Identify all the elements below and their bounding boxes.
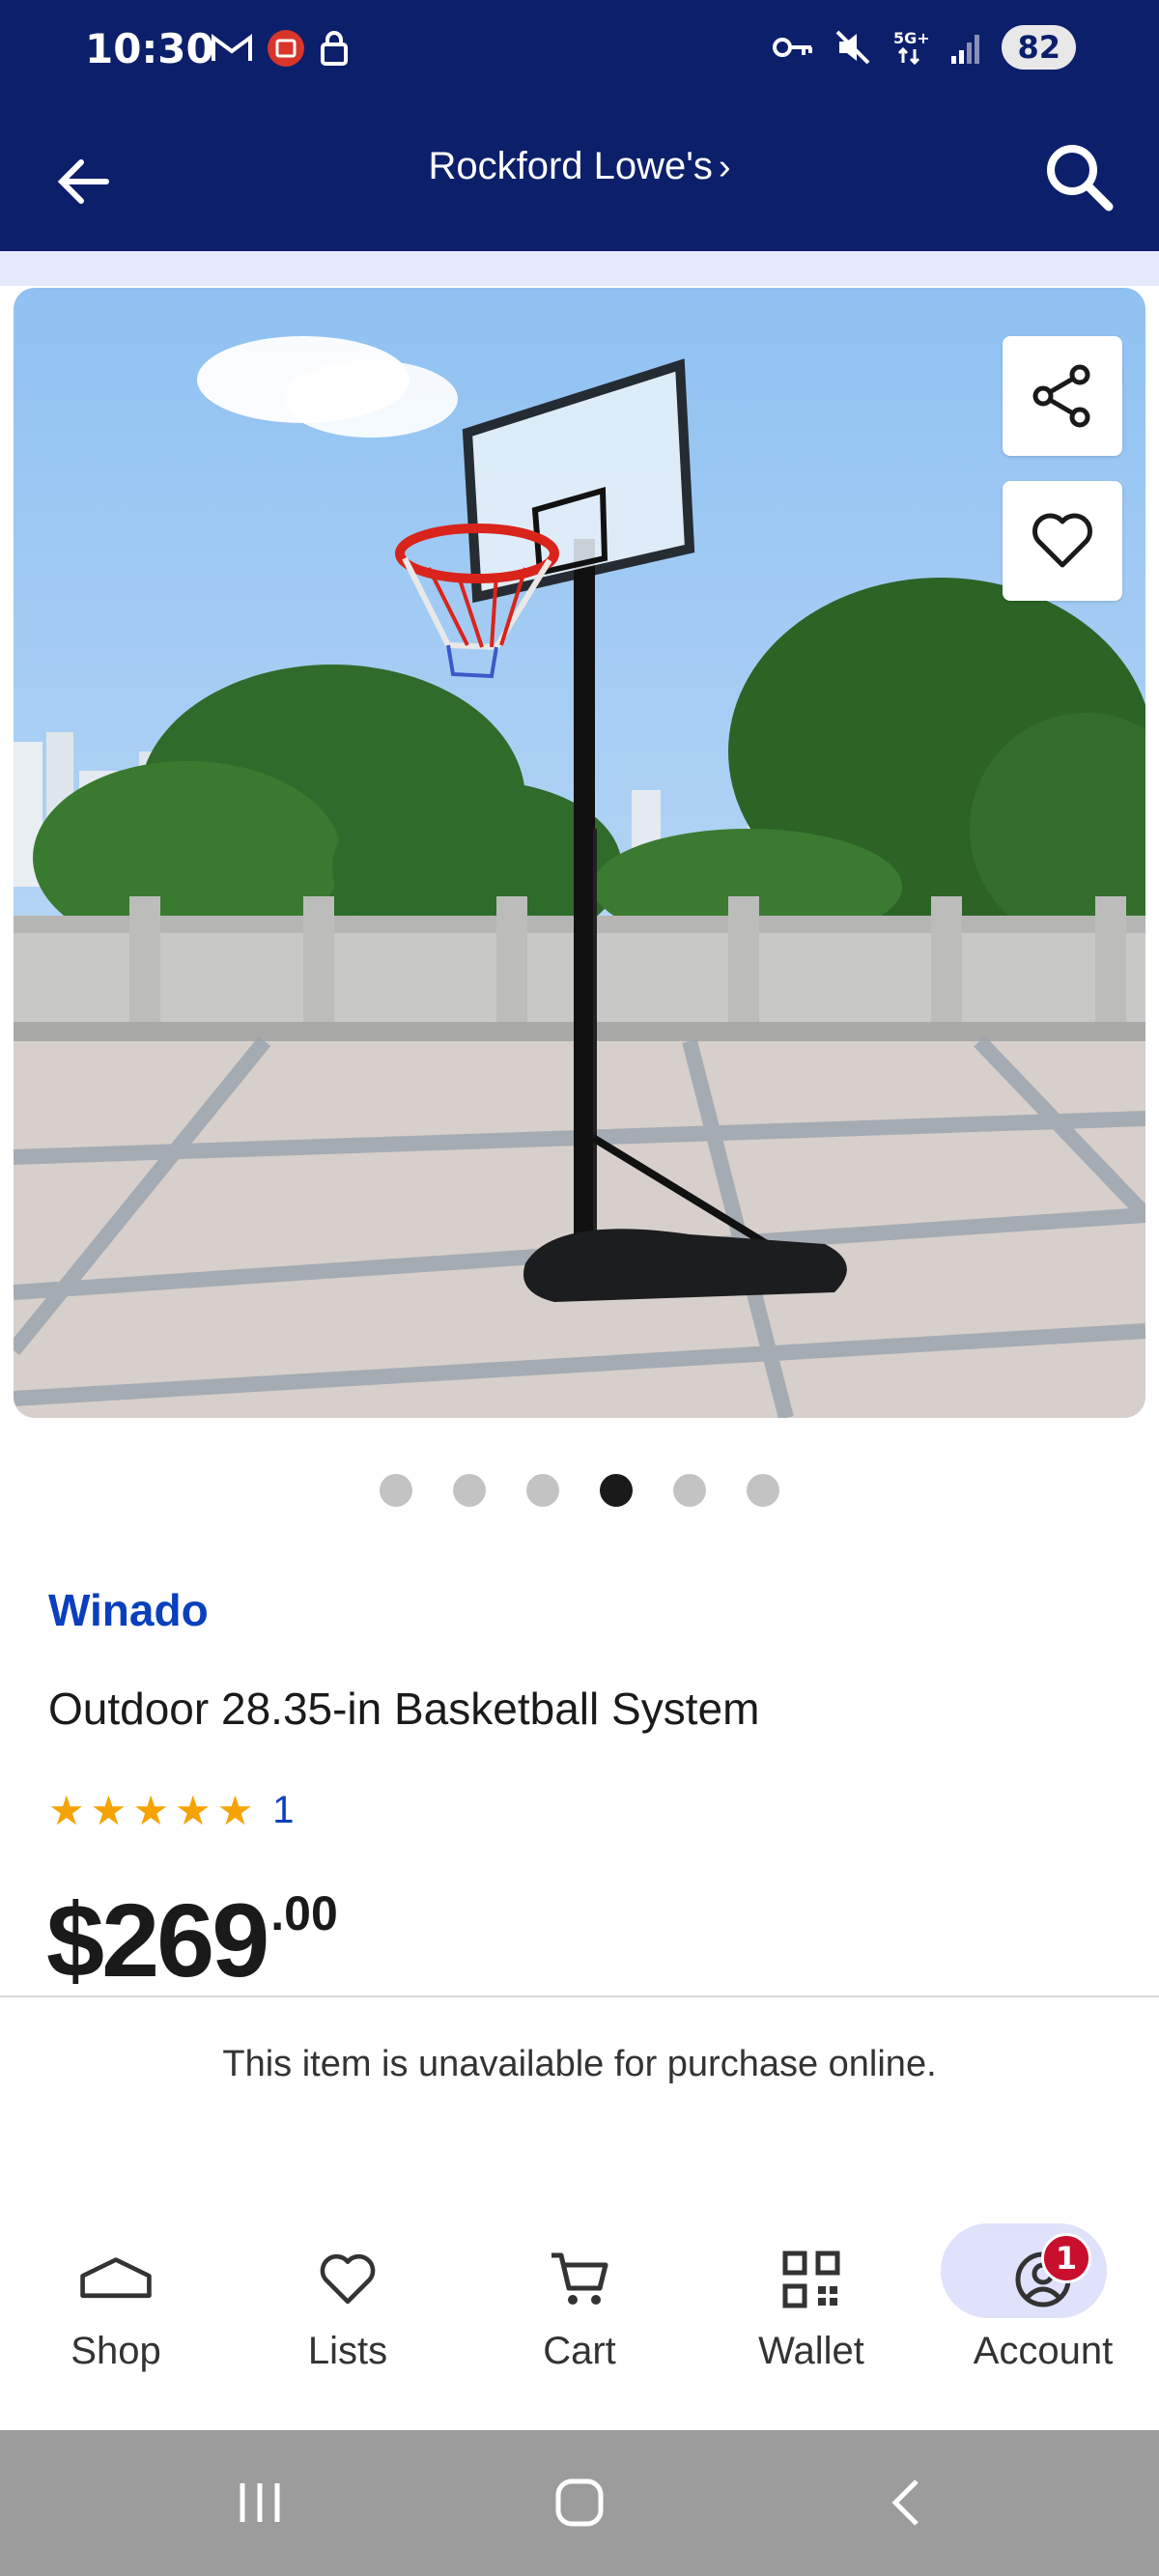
product-price: $269.00: [46, 1880, 338, 2000]
svg-text:5G+: 5G+: [893, 29, 930, 47]
battery-indicator: 82: [1002, 25, 1076, 70]
header-divider-band: [0, 251, 1159, 286]
product-brand-link[interactable]: Winado: [48, 1584, 209, 1636]
star-icon: ★: [90, 1786, 127, 1834]
recent-apps-button[interactable]: [226, 2469, 294, 2536]
status-system-icons: 5G+ 82: [772, 25, 1076, 70]
5g-signal-icon: 5G+: [893, 29, 930, 66]
lock-icon: [321, 31, 348, 66]
app-header-bar: 10:30 5G+ 82 Rockford Lowe's ›: [0, 0, 1159, 251]
price-cents: .00: [270, 1886, 338, 1940]
status-time: 10:30: [85, 25, 214, 72]
bottom-navigation: Shop Lists Cart Wallet 1 Account: [0, 2212, 1159, 2430]
image-carousel-dots: [0, 1474, 1159, 1507]
carousel-dot[interactable]: [453, 1474, 486, 1507]
chevron-left-icon: [891, 2479, 919, 2526]
vpn-key-icon: [773, 38, 813, 57]
nav-lists[interactable]: Lists: [232, 2212, 464, 2430]
nav-account[interactable]: 1 Account: [927, 2212, 1159, 2430]
star-icon: ★: [174, 1786, 212, 1834]
carousel-dot[interactable]: [673, 1474, 706, 1507]
nav-cart[interactable]: Cart: [464, 2212, 695, 2430]
status-bar: 10:30 5G+ 82: [0, 0, 1159, 100]
cell-signal-icon: [951, 35, 980, 64]
notification-badge: 1: [1041, 2233, 1091, 2283]
status-notification-icons: [211, 29, 350, 68]
star-icon: ★: [132, 1786, 169, 1834]
carousel-dot[interactable]: [526, 1474, 559, 1507]
rating-count[interactable]: 1: [272, 1789, 294, 1832]
product-title: Outdoor 28.35-in Basketball System: [48, 1684, 760, 1734]
nav-wallet-label: Wallet: [758, 2330, 864, 2372]
nav-wallet[interactable]: Wallet: [695, 2212, 927, 2430]
availability-message: This item is unavailable for purchase on…: [222, 2044, 937, 2084]
share-button[interactable]: [1003, 336, 1122, 456]
mute-icon: [836, 30, 870, 65]
store-name: Rockford Lowe's: [428, 145, 713, 187]
qr-code-icon: [782, 2250, 840, 2308]
shop-icon: [80, 2257, 152, 2299]
nav-shop[interactable]: Shop: [0, 2212, 232, 2430]
recent-apps-icon: [240, 2483, 280, 2522]
carousel-dot[interactable]: [747, 1474, 779, 1507]
store-selector[interactable]: Rockford Lowe's ›: [0, 145, 1159, 188]
star-icon: ★: [216, 1786, 254, 1834]
heart-icon: [1032, 513, 1092, 568]
store-header: Rockford Lowe's ›: [0, 100, 1159, 251]
price-dollars: $269: [46, 1882, 269, 1998]
chevron-right-icon: ›: [718, 147, 731, 187]
home-icon: [555, 2478, 604, 2527]
system-back-button[interactable]: [873, 2469, 941, 2536]
product-image[interactable]: [14, 288, 1145, 1418]
nav-lists-label: Lists: [307, 2330, 388, 2372]
search-button[interactable]: [1037, 135, 1124, 222]
nav-shop-label: Shop: [71, 2330, 161, 2372]
nav-account-label: Account: [973, 2330, 1114, 2372]
star-icon: ★: [48, 1786, 85, 1834]
carousel-dot-active[interactable]: [600, 1474, 633, 1507]
store-app-icon: [268, 30, 304, 67]
carousel-dot[interactable]: [380, 1474, 412, 1507]
share-icon: [1032, 364, 1090, 428]
search-icon: [1047, 145, 1114, 212]
heart-icon: [320, 2253, 376, 2305]
home-button[interactable]: [546, 2469, 613, 2536]
cart-icon: [551, 2252, 608, 2305]
nav-cart-label: Cart: [543, 2330, 616, 2372]
gmail-icon: [212, 34, 252, 61]
divider: [0, 1996, 1159, 1997]
product-rating[interactable]: ★ ★ ★ ★ ★ 1: [48, 1789, 295, 1832]
basketball-hoop-illustration: [14, 288, 1145, 1418]
favorite-button[interactable]: [1003, 481, 1122, 601]
system-navigation-bar: [0, 2430, 1159, 2576]
